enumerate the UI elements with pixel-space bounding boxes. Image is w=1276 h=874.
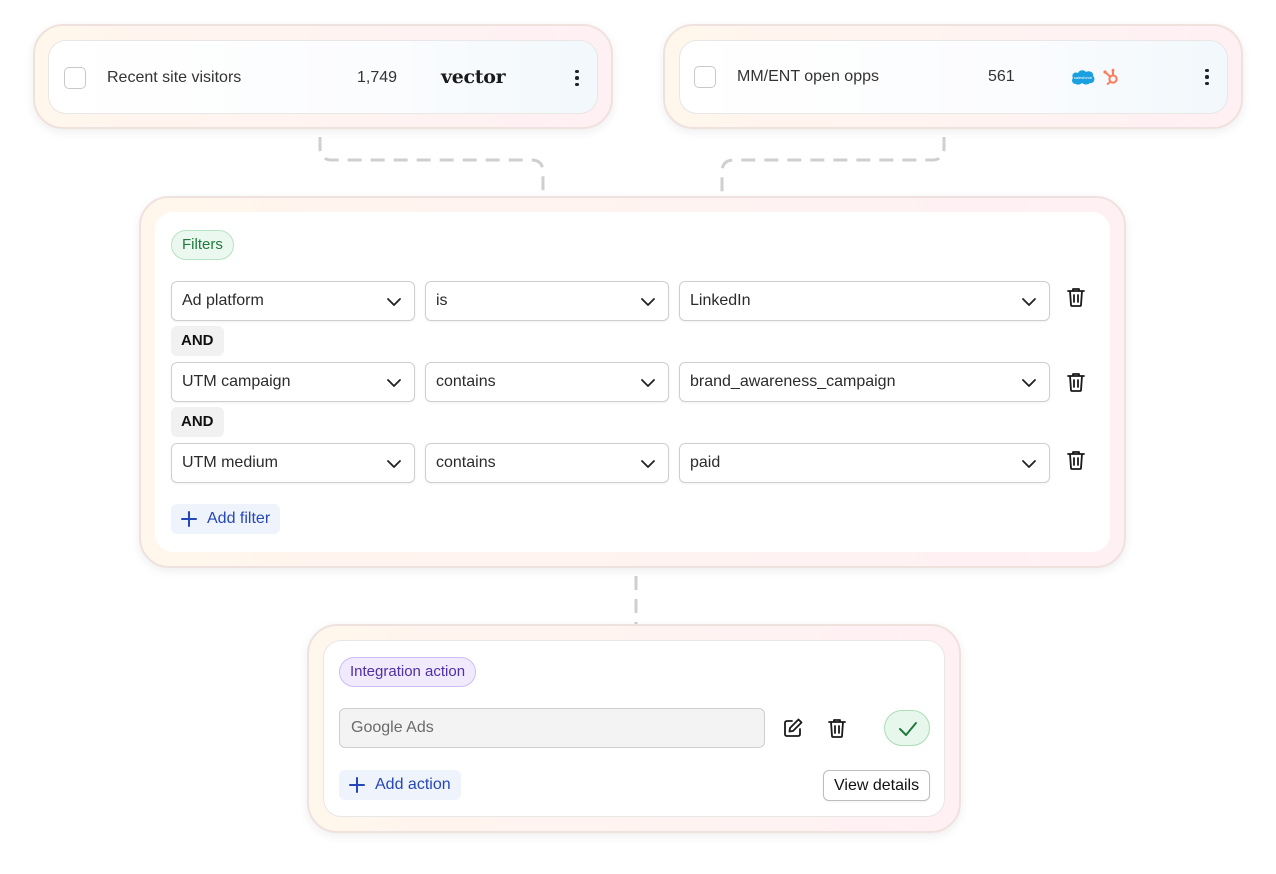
filter-operator-select[interactable]: contains <box>425 362 669 402</box>
trash-icon[interactable] <box>826 717 848 739</box>
filter-field-select[interactable]: UTM medium <box>171 443 415 483</box>
plus-icon <box>181 511 197 527</box>
chevron-down-icon <box>641 298 655 306</box>
segment-card[interactable]: MM/ENT open opps 561 salesforce <box>679 40 1228 114</box>
more-options-icon[interactable] <box>1199 65 1215 89</box>
chevron-down-icon <box>641 379 655 387</box>
view-details-button[interactable]: View details <box>823 770 931 801</box>
and-connector: AND <box>171 326 224 356</box>
filter-operator-select[interactable]: is <box>425 281 669 321</box>
action-panel: Integration action Google Ads Add action… <box>323 640 945 817</box>
filter-value: paid <box>690 454 721 471</box>
filters-badge: Filters <box>171 230 234 260</box>
trash-icon[interactable] <box>1065 449 1087 471</box>
filter-operator-value: is <box>436 292 448 309</box>
trash-icon[interactable] <box>1065 371 1087 393</box>
filter-operator-value: contains <box>436 373 496 390</box>
chevron-down-icon <box>1022 460 1036 468</box>
chevron-down-icon <box>1022 298 1036 306</box>
filter-field-value: Ad platform <box>182 292 264 309</box>
segment-card[interactable]: Recent site visitors 1,749 vector <box>48 40 598 114</box>
filter-value: LinkedIn <box>690 292 751 309</box>
filter-value-select[interactable]: paid <box>679 443 1050 483</box>
plus-icon <box>349 777 365 793</box>
add-action-button[interactable]: Add action <box>339 770 461 800</box>
trash-icon[interactable] <box>1065 286 1087 308</box>
edit-icon[interactable] <box>782 717 804 739</box>
filter-value-select[interactable]: LinkedIn <box>679 281 1050 321</box>
segment-title: Recent site visitors <box>107 69 242 86</box>
filter-value-select[interactable]: brand_awareness_campaign <box>679 362 1050 402</box>
segment-checkbox[interactable] <box>64 67 86 89</box>
chevron-down-icon <box>1022 379 1036 387</box>
segment-count: 561 <box>988 68 1015 85</box>
confirm-button[interactable] <box>884 710 930 746</box>
filter-value: brand_awareness_campaign <box>690 373 896 390</box>
filter-operator-value: contains <box>436 454 496 471</box>
filter-field-value: UTM medium <box>182 454 279 471</box>
add-filter-label: Add filter <box>207 510 271 527</box>
hubspot-icon <box>1103 68 1118 86</box>
more-options-icon[interactable] <box>569 66 585 90</box>
salesforce-icon: salesforce <box>1072 70 1095 85</box>
integration-field[interactable]: Google Ads <box>339 708 765 748</box>
filter-operator-select[interactable]: contains <box>425 443 669 483</box>
filter-field-select[interactable]: UTM campaign <box>171 362 415 402</box>
chevron-down-icon <box>387 298 401 306</box>
svg-text:salesforce: salesforce <box>1074 75 1093 80</box>
segment-title: MM/ENT open opps <box>737 68 879 85</box>
integration-action-badge: Integration action <box>339 657 477 687</box>
segment-checkbox[interactable] <box>694 66 716 88</box>
and-connector: AND <box>171 407 224 437</box>
segment-count: 1,749 <box>357 69 398 86</box>
chevron-down-icon <box>387 460 401 468</box>
checkmark-icon <box>899 722 917 736</box>
chevron-down-icon <box>387 379 401 387</box>
add-filter-button[interactable]: Add filter <box>171 504 281 534</box>
vector-logo: vector <box>441 66 506 88</box>
chevron-down-icon <box>641 460 655 468</box>
filter-field-select[interactable]: Ad platform <box>171 281 415 321</box>
filter-field-value: UTM campaign <box>182 373 291 390</box>
add-action-label: Add action <box>375 776 451 793</box>
filters-panel: Filters Ad platform is LinkedIn AND UTM … <box>155 212 1110 552</box>
